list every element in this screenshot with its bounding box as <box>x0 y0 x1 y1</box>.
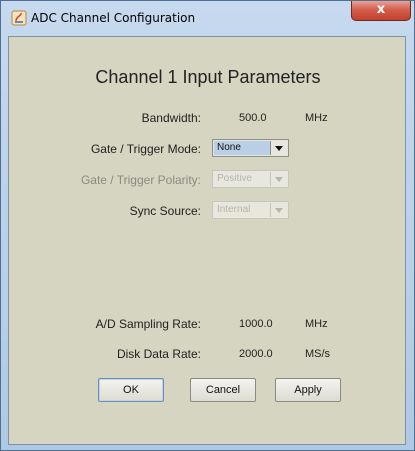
ok-button[interactable]: OK <box>98 378 164 402</box>
chevron-down-icon[interactable] <box>270 203 287 217</box>
apply-button[interactable]: Apply <box>275 378 341 402</box>
close-button[interactable]: x <box>351 1 411 21</box>
page-title: Channel 1 Input Parameters <box>95 67 321 87</box>
window-title: ADC Channel Configuration <box>31 11 196 25</box>
bandwidth-unit: MHz <box>305 112 328 124</box>
chevron-down-icon[interactable] <box>270 172 287 186</box>
gate-trigger-polarity-select[interactable]: Positive <box>212 170 289 188</box>
gate-trigger-polarity-label: Gate / Trigger Polarity: <box>80 173 201 187</box>
java-app-icon <box>11 10 27 26</box>
chevron-down-icon[interactable] <box>270 141 287 155</box>
gate-trigger-mode-value: None <box>214 141 270 155</box>
gate-trigger-mode-select[interactable]: None <box>212 139 289 157</box>
gate-trigger-mode-label: Gate / Trigger Mode: <box>90 142 201 156</box>
disk-data-rate-label: Disk Data Rate: <box>116 347 201 361</box>
sync-source-label: Sync Source: <box>129 204 201 218</box>
title-bar[interactable]: ADC Channel Configuration x <box>1 1 414 37</box>
bandwidth-label: Bandwidth: <box>141 111 201 125</box>
disk-data-rate-unit: MS/s <box>305 348 331 360</box>
disk-data-rate-value: 2000.0 <box>239 348 273 360</box>
sampling-rate-unit: MHz <box>305 318 328 330</box>
dialog-content: Channel 1 Input Parameters Bandwidth: 50… <box>8 36 406 445</box>
bandwidth-value: 500.0 <box>239 112 267 124</box>
close-icon: x <box>376 2 386 17</box>
cancel-button[interactable]: Cancel <box>190 378 256 402</box>
sync-source-value: Internal <box>214 203 270 217</box>
gate-trigger-polarity-value: Positive <box>214 172 270 186</box>
sampling-rate-label: A/D Sampling Rate: <box>95 317 201 331</box>
dialog-window: ADC Channel Configuration x Channel 1 In… <box>0 0 415 451</box>
sync-source-select[interactable]: Internal <box>212 201 289 219</box>
sampling-rate-value: 1000.0 <box>239 318 273 330</box>
